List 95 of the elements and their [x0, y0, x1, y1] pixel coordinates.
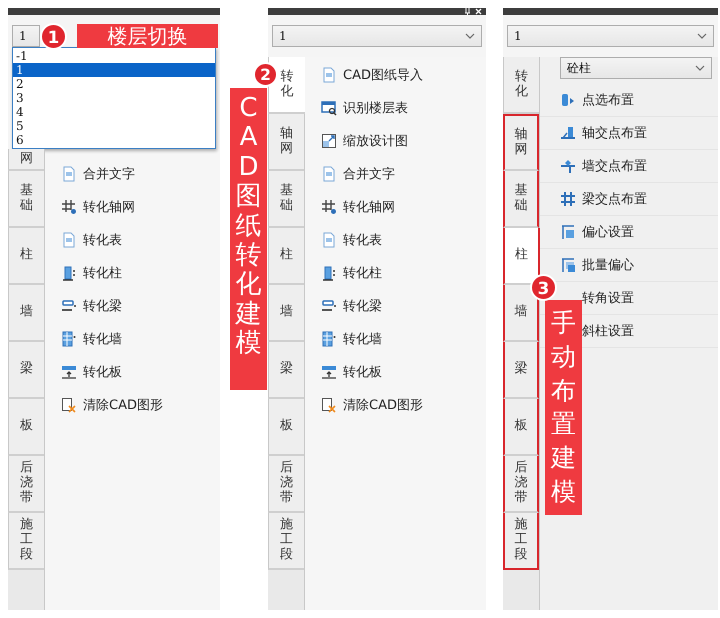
- side-tab[interactable]: 板: [8, 399, 44, 456]
- side-tab[interactable]: 基础: [8, 171, 44, 228]
- resize-icon: [321, 132, 337, 148]
- tool-item[interactable]: 转化轴网: [45, 190, 220, 223]
- grid-icon: [61, 198, 77, 214]
- slab-icon: [61, 364, 77, 380]
- close-icon[interactable]: [475, 8, 482, 15]
- column-axis-icon: [560, 125, 576, 141]
- tool-item[interactable]: 轴交点布置: [540, 117, 718, 150]
- floor-option[interactable]: 1: [13, 63, 215, 77]
- tool-item[interactable]: 转化墙: [45, 322, 220, 355]
- column-icon: [321, 264, 337, 280]
- tool-item[interactable]: 转化柱: [45, 256, 220, 289]
- side-tab[interactable]: 基础: [268, 171, 304, 228]
- document-icon: [61, 232, 77, 248]
- hash-icon: [560, 191, 576, 207]
- tool-item[interactable]: 合并文字: [305, 157, 486, 190]
- wall-icon: [321, 330, 337, 346]
- tool-item[interactable]: 转化表: [305, 223, 486, 256]
- tool-item[interactable]: 转化板: [45, 355, 220, 388]
- floor-option[interactable]: -1: [13, 49, 215, 63]
- floor-option[interactable]: 2: [13, 77, 215, 91]
- floor-select[interactable]: 1: [272, 25, 482, 47]
- tool-item[interactable]: 转化轴网: [305, 190, 486, 223]
- side-tab[interactable]: 板: [503, 399, 539, 456]
- chevron-icon: [695, 65, 705, 71]
- side-tab[interactable]: 施工段: [268, 513, 304, 570]
- document-icon: [61, 166, 77, 182]
- tool-item[interactable]: 点选布置: [540, 84, 718, 117]
- side-tab[interactable]: 基础: [503, 171, 539, 228]
- tool-item[interactable]: CAD图纸导入: [305, 58, 486, 91]
- floor-option[interactable]: 4: [13, 105, 215, 119]
- batch-offset-icon: [560, 257, 576, 273]
- side-tab[interactable]: 梁: [268, 342, 304, 399]
- side-tab[interactable]: 轴网: [503, 114, 539, 171]
- tool-item[interactable]: 墙交点布置: [540, 150, 718, 183]
- side-tab[interactable]: 柱: [503, 228, 540, 285]
- floor-select[interactable]: 1: [12, 25, 40, 47]
- document-icon: [321, 166, 337, 182]
- floor-option[interactable]: 3: [13, 91, 215, 105]
- side-tab[interactable]: 施工段: [503, 513, 539, 570]
- callout-tooltip: 手动布置建模: [545, 300, 582, 515]
- tool-item[interactable]: 转化表: [45, 223, 220, 256]
- column-icon: [61, 264, 77, 280]
- tool-item[interactable]: 梁交点布置: [540, 183, 718, 216]
- beam-icon: [61, 298, 77, 314]
- side-tab[interactable]: 转化: [268, 57, 305, 114]
- tool-item[interactable]: 合并文字: [45, 157, 220, 190]
- side-tab[interactable]: 后浇带: [503, 456, 539, 513]
- side-tab[interactable]: 转化: [503, 57, 539, 114]
- side-tab[interactable]: 墙: [268, 285, 304, 342]
- tool-item[interactable]: 转化梁: [305, 289, 486, 322]
- side-tab[interactable]: 板: [268, 399, 304, 456]
- side-tab[interactable]: 柱: [268, 228, 304, 285]
- tool-item[interactable]: 转化板: [305, 355, 486, 388]
- beam-icon: [321, 298, 337, 314]
- clear-shape-icon: [321, 396, 337, 412]
- side-tab[interactable]: 梁: [503, 342, 539, 399]
- crosspoint-icon: [560, 158, 576, 174]
- slab-icon: [321, 364, 337, 380]
- pin-icon[interactable]: [464, 8, 471, 15]
- document-icon: [321, 66, 337, 82]
- column-pick-icon: [560, 92, 576, 108]
- grid-icon: [321, 198, 337, 214]
- offset-icon: [560, 224, 576, 240]
- side-tab[interactable]: 墙: [503, 285, 539, 342]
- tool-item[interactable]: 偏心设置: [540, 216, 718, 249]
- document-icon: [321, 232, 337, 248]
- side-tab[interactable]: 网: [8, 149, 44, 171]
- tool-item[interactable]: 转化柱: [305, 256, 486, 289]
- side-tab[interactable]: 后浇带: [8, 456, 44, 513]
- type-select[interactable]: 砼柱: [560, 57, 712, 79]
- side-tab[interactable]: 梁: [8, 342, 44, 399]
- tool-item[interactable]: 缩放设计图: [305, 124, 486, 157]
- side-tab[interactable]: 轴网: [268, 114, 304, 171]
- callout-tooltip: 楼层切换: [77, 24, 218, 48]
- wall-icon: [61, 330, 77, 346]
- chevron-icon: [697, 33, 707, 39]
- side-tab[interactable]: 后浇带: [268, 456, 304, 513]
- floor-select[interactable]: 1: [507, 25, 714, 47]
- step-number-tooltip: 2: [253, 62, 278, 87]
- clear-shape-icon: [61, 396, 77, 412]
- table-search-icon: [321, 100, 337, 116]
- floor-option[interactable]: 6: [13, 133, 215, 147]
- tool-item[interactable]: 转化梁: [45, 289, 220, 322]
- side-tab[interactable]: 墙: [8, 285, 44, 342]
- side-tab[interactable]: 施工段: [8, 513, 44, 570]
- tool-item[interactable]: 清除CAD图形: [45, 388, 220, 421]
- callout-tooltip: CAD图纸转化建模: [230, 88, 267, 390]
- side-tab[interactable]: 柱: [8, 228, 44, 285]
- tool-item[interactable]: 清除CAD图形: [305, 388, 486, 421]
- tool-item[interactable]: 转化墙: [305, 322, 486, 355]
- floor-option[interactable]: 5: [13, 119, 215, 133]
- tool-item[interactable]: 识别楼层表: [305, 91, 486, 124]
- chevron-icon: [465, 33, 475, 39]
